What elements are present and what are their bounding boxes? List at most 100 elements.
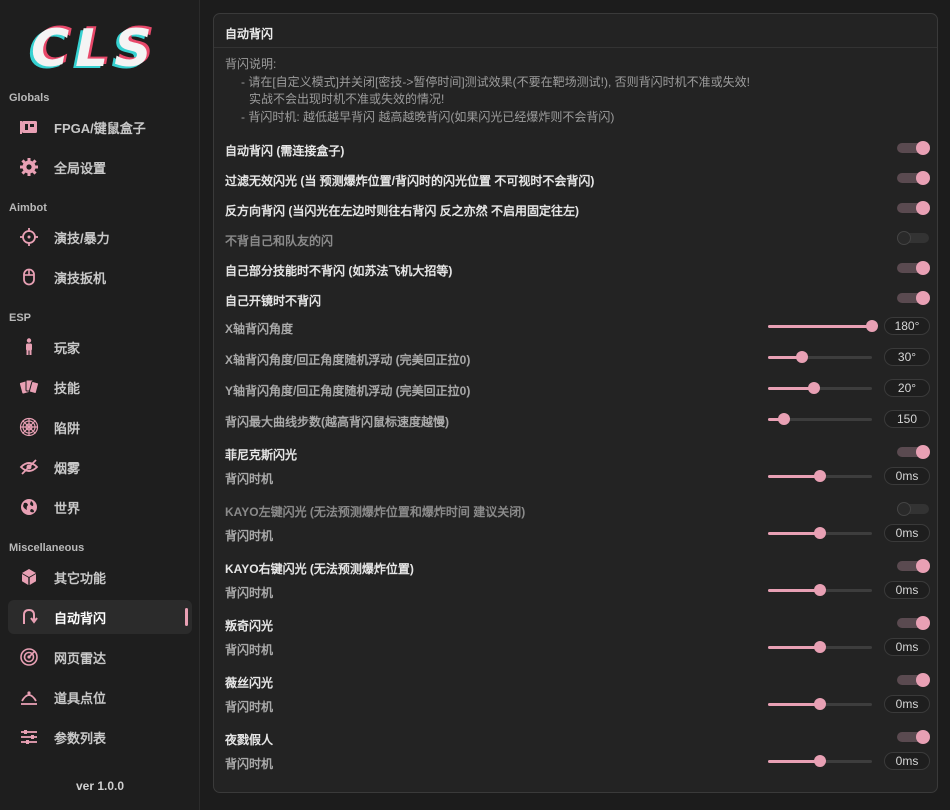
location-icon (18, 686, 40, 708)
sidebar-item-aim-brute[interactable]: 演技/暴力 (8, 220, 192, 254)
sidebar-item-fpga[interactable]: FPGA/键鼠盒子 (8, 110, 192, 144)
slider-yoru-timing[interactable] (768, 754, 874, 768)
slider-x-angle[interactable] (768, 319, 878, 333)
description-line: 背闪说明: (225, 57, 277, 71)
slider-curve-steps[interactable] (768, 412, 874, 426)
toggle-yoru-decoy[interactable] (897, 730, 931, 744)
slider-thumb[interactable] (814, 584, 826, 596)
sidebar-item-label: FPGA/键鼠盒子 (54, 120, 146, 136)
slider-thumb[interactable] (796, 351, 809, 363)
toggle-reyna-flash[interactable] (897, 616, 931, 630)
value-reyna-timing[interactable]: 0ms (884, 638, 930, 656)
sidebar-item-label: 网页雷达 (54, 650, 107, 666)
value-x-angle[interactable]: 180° (884, 317, 930, 335)
sidebar-item-label: 技能 (54, 380, 81, 396)
toggle-phoenix-flash[interactable] (897, 445, 931, 459)
u-turn-icon (18, 606, 40, 628)
slider-kayo-left-timing[interactable] (768, 526, 874, 540)
description-line: - 背闪时机: 越低越早背闪 越高越晚背闪(如果闪光已经爆炸则不会背闪) (241, 109, 615, 124)
fpga-card-icon (18, 116, 40, 138)
sidebar-item-label: 自动背闪 (54, 610, 107, 626)
section-title-globals: Globals (9, 92, 50, 104)
sidebar-item-other-features[interactable]: 其它功能 (8, 560, 192, 594)
panel-header: 自动背闪 (214, 14, 937, 48)
toggle-label: 自己部分技能时不背闪 (如苏法飞机大招等) (225, 264, 453, 278)
sidebar-item-label: 陷阱 (54, 420, 81, 436)
timing-label: 背闪时机 (225, 586, 274, 600)
sidebar-item-triggerbot[interactable]: 演技扳机 (8, 260, 192, 294)
agent-toggle-label: KAYO左键闪光 (无法预测爆炸位置和爆炸时间 建议关闭) (225, 505, 526, 519)
toggle-auto-backflash[interactable] (897, 141, 931, 155)
sidebar-item-skills[interactable]: 技能 (8, 370, 192, 404)
slider-x-random[interactable] (768, 350, 874, 364)
toggle-reverse-direction[interactable] (897, 201, 931, 215)
description-block: 背闪说明: - 请在[自定义模式]并关闭[密技->暂停时间]测试效果(不要在靶场… (225, 56, 750, 126)
version-label: ver 1.0.0 (75, 779, 125, 793)
slider-phoenix-timing[interactable] (768, 469, 874, 483)
slider-thumb[interactable] (814, 470, 826, 482)
value-vyse-timing[interactable]: 0ms (884, 695, 930, 713)
sidebar-item-players[interactable]: 玩家 (8, 330, 192, 364)
gear-icon (18, 156, 40, 178)
slider-thumb[interactable] (866, 320, 878, 332)
slider-thumb[interactable] (807, 382, 820, 394)
section-title-aimbot: Aimbot (9, 202, 47, 214)
toggle-skip-when-scoped[interactable] (897, 291, 931, 305)
value-kayo-right-timing[interactable]: 0ms (884, 581, 930, 599)
slider-thumb[interactable] (814, 641, 826, 653)
sidebar-item-web-radar[interactable]: 网页雷达 (8, 640, 192, 674)
slider-y-random[interactable] (768, 381, 874, 395)
sidebar-item-auto-backflash[interactable]: 自动背闪 (8, 600, 192, 634)
value-curve-steps[interactable]: 150 (884, 410, 930, 428)
sidebar-item-parameter-list[interactable]: 参数列表 (8, 720, 192, 754)
sidebar-item-label: 全局设置 (54, 160, 107, 176)
value-yoru-timing[interactable]: 0ms (884, 752, 930, 770)
slider-reyna-timing[interactable] (768, 640, 874, 654)
globe-icon (18, 496, 40, 518)
sidebar-item-utility-lineups[interactable]: 道具点位 (8, 680, 192, 714)
value-kayo-left-timing[interactable]: 0ms (884, 524, 930, 542)
toggle-ignore-own-team-flash[interactable] (897, 231, 931, 245)
slider-thumb[interactable] (777, 413, 790, 425)
agent-toggle-label: 菲尼克斯闪光 (225, 448, 298, 462)
sliders-icon (18, 726, 40, 748)
toggle-vyse-flash[interactable] (897, 673, 931, 687)
value-x-random[interactable]: 30° (884, 348, 930, 366)
toggle-label: 过滤无效闪光 (当 预测爆炸位置/背闪时的闪光位置 不可视时不会背闪) (225, 174, 595, 188)
value-phoenix-timing[interactable]: 0ms (884, 467, 930, 485)
toggle-label: 自己开镜时不背闪 (225, 294, 322, 308)
timing-label: 背闪时机 (225, 529, 274, 543)
sidebar-item-world[interactable]: 世界 (8, 490, 192, 524)
slider-kayo-right-timing[interactable] (768, 583, 874, 597)
toggle-skip-on-abilities[interactable] (897, 261, 931, 275)
toggle-kayo-left-flash[interactable] (897, 502, 931, 516)
cards-icon (18, 376, 40, 398)
slider-label: Y轴背闪角度/回正角度随机浮动 (完美回正拉0) (225, 384, 471, 398)
timing-label: 背闪时机 (225, 700, 274, 714)
toggle-label: 自动背闪 (需连接盒子) (225, 144, 345, 158)
settings-panel: 自动背闪 背闪说明: - 请在[自定义模式]并关闭[密技->暂停时间]测试效果(… (213, 13, 938, 793)
agent-toggle-label: 夜戮假人 (225, 733, 274, 747)
sidebar-item-global-settings[interactable]: 全局设置 (8, 150, 192, 184)
sidebar-item-label: 演技/暴力 (54, 230, 110, 246)
sidebar-item-label: 世界 (54, 500, 81, 516)
toggle-kayo-right-flash[interactable] (897, 559, 931, 573)
slider-vyse-timing[interactable] (768, 697, 874, 711)
sidebar-item-label: 演技扳机 (54, 270, 107, 286)
sidebar-item-smoke[interactable]: 烟雾 (8, 450, 192, 484)
slider-thumb[interactable] (814, 755, 826, 767)
slider-label: X轴背闪角度/回正角度随机浮动 (完美回正拉0) (225, 353, 471, 367)
value-y-random[interactable]: 20° (884, 379, 930, 397)
crosshair-icon (18, 226, 40, 248)
app-window: CLS CLS CLS Globals Aimbot ESP Miscellan… (0, 0, 950, 810)
agent-toggle-label: 薇丝闪光 (225, 676, 274, 690)
toggle-filter-invalid-flash[interactable] (897, 171, 931, 185)
toggle-label: 不背自己和队友的闪 (225, 234, 334, 248)
slider-thumb[interactable] (814, 698, 826, 710)
slider-thumb[interactable] (814, 527, 826, 539)
timing-label: 背闪时机 (225, 757, 274, 771)
sidebar-item-label: 其它功能 (54, 570, 107, 586)
description-line: - 请在[自定义模式]并关闭[密技->暂停时间]测试效果(不要在靶场测试!), … (241, 74, 751, 89)
sidebar-item-traps[interactable]: 陷阱 (8, 410, 192, 444)
radar-icon (18, 646, 40, 668)
